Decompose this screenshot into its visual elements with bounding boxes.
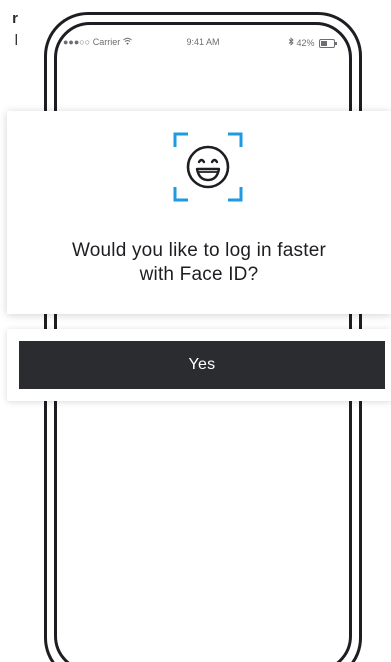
status-bar: ●●●○○ Carrier 9:41 AM 42%	[57, 35, 349, 53]
screen: r l ●●●○○ Carrier 9:41 AM 42% Would you …	[0, 0, 391, 662]
face-id-smile-icon	[172, 131, 244, 203]
battery-percent: 42%	[296, 38, 315, 48]
question-line-2: with Face ID?	[139, 264, 259, 285]
face-id-question: Would you like to log in faster with Fac…	[7, 239, 391, 287]
caption-line-1: r	[12, 10, 18, 27]
face-id-dialog: Would you like to log in faster with Fac…	[7, 111, 391, 314]
battery-tip	[335, 42, 337, 46]
yes-panel: Yes	[7, 329, 391, 401]
question-line-1: Would you like to log in faster	[71, 240, 327, 261]
battery-icon	[319, 39, 335, 49]
yes-button[interactable]: Yes	[19, 341, 385, 389]
battery-indicator: 42%	[288, 37, 337, 49]
clipped-caption: r l	[0, 0, 22, 70]
caption-line-2: l	[14, 32, 18, 49]
